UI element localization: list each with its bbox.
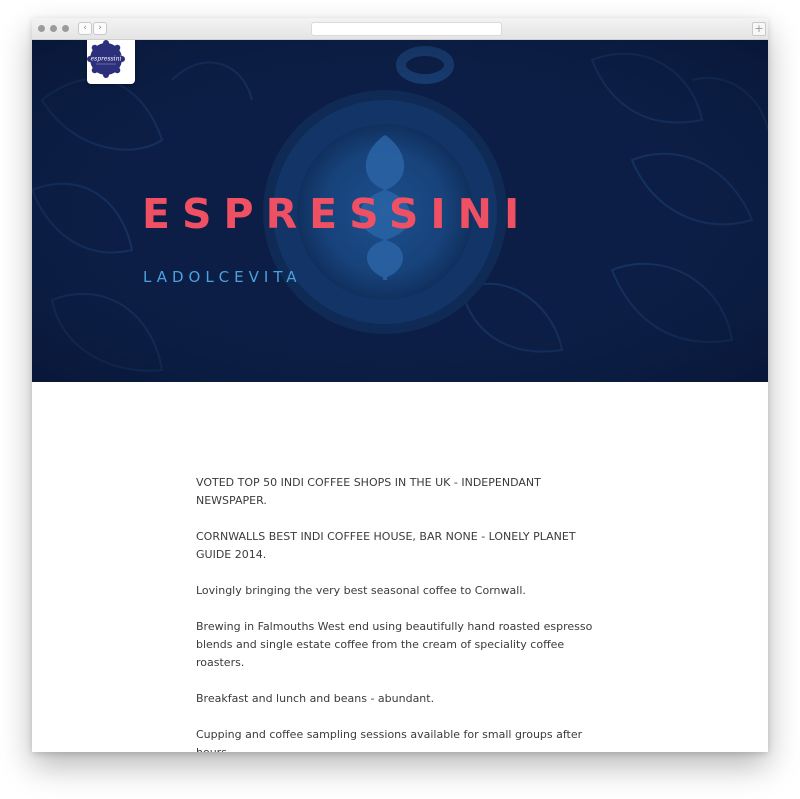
about-paragraph: Lovingly bringing the very best seasonal… <box>196 584 526 597</box>
address-bar[interactable] <box>311 22 502 36</box>
about-paragraph: Cupping and coffee sampling sessions ava… <box>196 728 583 752</box>
back-button[interactable]: ‹ <box>78 22 92 35</box>
window-minimize-dot[interactable] <box>50 25 57 32</box>
hero-subtitle: LADOLCEVITA <box>143 268 302 286</box>
logo-text: espressini <box>91 56 122 63</box>
about-paragraph: CORNWALLS BEST INDI COFFEE HOUSE, BAR NO… <box>196 530 576 561</box>
window-zoom-dot[interactable] <box>62 25 69 32</box>
forward-button[interactable]: › <box>93 22 107 35</box>
new-tab-button[interactable]: + <box>752 22 766 36</box>
about-section: VOTED TOP 50 INDI COFFEE SHOPS IN THE UK… <box>196 474 596 752</box>
browser-window: ‹ › + espressini ESPRESSINI LADOLCEVITA … <box>32 18 768 752</box>
browser-titlebar: ‹ › + <box>32 18 768 40</box>
espressini-logo: espressini <box>87 40 125 78</box>
about-paragraph: VOTED TOP 50 INDI COFFEE SHOPS IN THE UK… <box>196 476 541 507</box>
about-paragraph: Breakfast and lunch and beans - abundant… <box>196 692 435 705</box>
hero-banner: espressini ESPRESSINI LADOLCEVITA <box>32 40 768 382</box>
hero-title: ESPRESSINI <box>142 190 532 238</box>
logo-badge[interactable]: espressini <box>87 40 135 84</box>
about-paragraph: Brewing in Falmouths West end using beau… <box>196 620 593 669</box>
window-close-dot[interactable] <box>38 25 45 32</box>
